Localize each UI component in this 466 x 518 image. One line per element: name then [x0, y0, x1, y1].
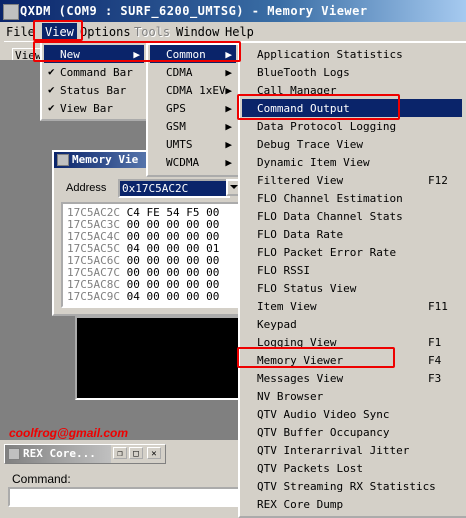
command-label: Command: — [12, 472, 71, 486]
submenu-umts[interactable]: UMTS ▶ — [150, 135, 236, 153]
submenu-gps[interactable]: GPS ▶ — [150, 99, 236, 117]
common-item-qtv-interarrival-jitter[interactable]: QTV Interarrival Jitter — [242, 441, 462, 459]
common-item-flo-rssi[interactable]: FLO RSSI — [242, 261, 462, 279]
menu-options[interactable]: Options — [80, 25, 131, 39]
common-item-application-statistics[interactable]: Application Statistics — [242, 45, 462, 63]
menu-item-label: Command Bar — [60, 66, 133, 79]
common-item-flo-data-channel-stats[interactable]: FLO Data Channel Stats — [242, 207, 462, 225]
submenu-wcdma[interactable]: WCDMA ▶ — [150, 153, 236, 171]
credit-text: coolfrog@gmail.com — [9, 426, 129, 440]
submenu-gsm[interactable]: GSM ▶ — [150, 117, 236, 135]
common-item-memory-viewer[interactable]: Memory Viewer F4 — [242, 351, 462, 369]
app-icon — [3, 4, 19, 20]
common-item-flo-data-rate[interactable]: FLO Data Rate — [242, 225, 462, 243]
submenu-arrow-icon: ▶ — [225, 120, 232, 133]
common-item-rex-core-dump[interactable]: REX Core Dump — [242, 495, 462, 513]
submenu-arrow-icon: ▶ — [225, 138, 232, 151]
common-item-dynamic-item-view[interactable]: Dynamic Item View — [242, 153, 462, 171]
menu-view[interactable]: View — [42, 23, 77, 41]
output-pane — [75, 316, 246, 400]
common-item-debug-trace-view[interactable]: Debug Trace View — [242, 135, 462, 153]
submenu-arrow-icon: ▶ — [225, 84, 232, 97]
menu-tools[interactable]: Tools — [134, 25, 170, 39]
menu-help[interactable]: Help — [225, 25, 254, 39]
submenu-arrow-icon: ▶ — [225, 66, 232, 79]
common-submenu: Application Statistics BlueTooth Logs Ca… — [238, 41, 466, 518]
menu-item-label: Status Bar — [60, 84, 127, 97]
submenu-cdma-1xev[interactable]: CDMA 1xEV ▶ — [150, 81, 236, 99]
menu-bar: File View Options Tools Window Help — [0, 22, 466, 42]
common-item-logging-view[interactable]: Logging View F1 — [242, 333, 462, 351]
checkmark-icon: ✔ — [48, 83, 55, 96]
checkmark-icon: ✔ — [48, 65, 55, 78]
common-item-keypad[interactable]: Keypad — [242, 315, 462, 333]
common-item-flo-packet-error-rate[interactable]: FLO Packet Error Rate — [242, 243, 462, 261]
menu-item-label: View Bar — [60, 102, 113, 115]
common-item-flo-status-view[interactable]: FLO Status View — [242, 279, 462, 297]
checkmark-icon: ✔ — [48, 101, 55, 114]
restore-button[interactable]: ❐ — [113, 447, 127, 459]
common-item-item-view[interactable]: Item View F11 — [242, 297, 462, 315]
memory-viewer-title: Memory Vie — [72, 153, 139, 166]
common-item-messages-view[interactable]: Messages View F3 — [242, 369, 462, 387]
common-item-flo-channel-estimation[interactable]: FLO Channel Estimation — [242, 189, 462, 207]
title-bar: QXDM (COM9 : SURF_6200_UMTSG) - Memory V… — [0, 0, 466, 22]
common-item-qtv-packets-lost[interactable]: QTV Packets Lost — [242, 459, 462, 477]
rex-core-title: REX Core... — [23, 447, 96, 460]
submenu-arrow-icon: ▶ — [225, 156, 232, 169]
common-item-command-output[interactable]: Command Output — [242, 99, 462, 117]
restore-icon: ❐ — [117, 449, 123, 459]
common-item-filtered-view[interactable]: Filtered View F12 — [242, 171, 462, 189]
submenu-cdma[interactable]: CDMA ▶ — [150, 63, 236, 81]
address-input[interactable]: 0x17C5AC2C — [118, 179, 230, 198]
view-menu: New ▶ ✔ Command Bar ✔ Status Bar ✔ View … — [40, 41, 150, 121]
chevron-down-icon — [230, 185, 238, 189]
maximize-icon: □ — [133, 449, 139, 459]
memory-grid[interactable]: 17C5AC2C C4 FE 54 F5 00 17C5AC3C 00 00 0… — [61, 202, 241, 308]
rex-core-titlebar[interactable]: REX Core... — [5, 445, 111, 463]
window-icon — [8, 448, 20, 460]
common-item-qtv-buffer-occupancy[interactable]: QTV Buffer Occupancy — [242, 423, 462, 441]
view-menu-new[interactable]: New ▶ — [44, 45, 144, 63]
common-item-qtv-streaming-rx-statistics[interactable]: QTV Streaming RX Statistics — [242, 477, 462, 495]
submenu-arrow-icon: ▶ — [225, 48, 232, 61]
window-icon — [57, 154, 69, 166]
new-submenu: Common ▶ CDMA ▶ CDMA 1xEV ▶ GPS ▶ GSM ▶ UMTS ▶… — [146, 43, 242, 177]
common-item-call-manager[interactable]: Call Manager — [242, 81, 462, 99]
rex-core-window-minimized[interactable]: REX Core... ❐ □ ✕ — [4, 444, 166, 464]
window-title: QXDM (COM9 : SURF_6200_UMTSG) - Memory V… — [20, 4, 368, 18]
menu-item-label: New — [60, 48, 80, 61]
address-label: Address — [66, 182, 107, 194]
view-menu-command-bar[interactable]: ✔ Command Bar — [44, 63, 144, 81]
menu-file[interactable]: File — [6, 25, 35, 39]
common-item-nv-browser[interactable]: NV Browser — [242, 387, 462, 405]
close-icon: ✕ — [151, 449, 157, 459]
submenu-common[interactable]: Common ▶ — [150, 45, 236, 63]
common-item-data-protocol-logging[interactable]: Data Protocol Logging — [242, 117, 462, 135]
view-menu-view-bar[interactable]: ✔ View Bar — [44, 99, 144, 117]
view-menu-status-bar[interactable]: ✔ Status Bar — [44, 81, 144, 99]
common-item-bluetooth-logs[interactable]: BlueTooth Logs — [242, 63, 462, 81]
common-item-qtv-audio-video-sync[interactable]: QTV Audio Video Sync — [242, 405, 462, 423]
submenu-arrow-icon: ▶ — [225, 102, 232, 115]
close-button[interactable]: ✕ — [147, 447, 161, 459]
menu-window[interactable]: Window — [176, 25, 219, 39]
maximize-button[interactable]: □ — [129, 447, 143, 459]
command-input[interactable] — [8, 487, 240, 507]
memory-row: 17C5AC9C 04 00 00 00 00 — [67, 290, 220, 303]
submenu-arrow-icon: ▶ — [133, 48, 140, 61]
